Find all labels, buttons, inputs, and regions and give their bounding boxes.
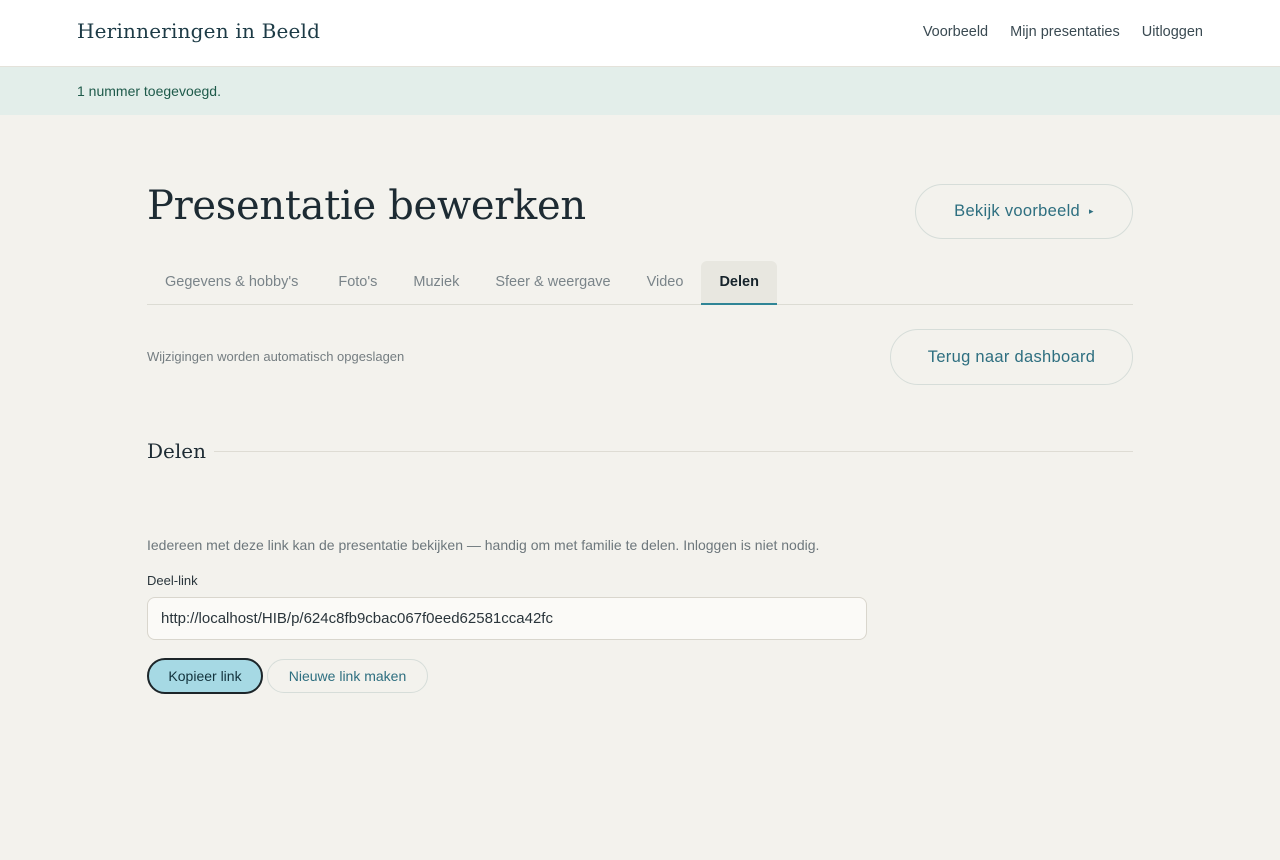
- share-link-input[interactable]: [147, 597, 867, 640]
- flash-message: 1 nummer toegevoegd.: [0, 67, 1280, 115]
- main-nav: Voorbeeld Mijn presentaties Uitloggen: [901, 24, 1203, 40]
- share-link-label: Deel-link: [147, 573, 198, 588]
- new-link-button[interactable]: Nieuwe link maken: [267, 659, 428, 693]
- tab-muziek[interactable]: Muziek: [395, 260, 477, 304]
- nav-link-mijn-presentaties[interactable]: Mijn presentaties: [1010, 24, 1120, 40]
- nav-link-uitloggen[interactable]: Uitloggen: [1142, 24, 1203, 40]
- brand-logo[interactable]: Herinneringen in Beeld: [77, 19, 320, 43]
- play-arrow-icon: ▸: [1089, 206, 1094, 216]
- page-title: Presentatie bewerken: [147, 183, 586, 229]
- tab-delen[interactable]: Delen: [701, 261, 777, 305]
- tab-fotos[interactable]: Foto's: [320, 260, 395, 304]
- tab-video[interactable]: Video: [629, 260, 702, 304]
- tab-sfeer-weergave[interactable]: Sfeer & weergave: [477, 260, 628, 304]
- back-to-dashboard-button[interactable]: Terug naar dashboard: [890, 329, 1133, 385]
- tab-gegevens-hobbys[interactable]: Gegevens & hobby's: [147, 260, 320, 304]
- flash-text: 1 nummer toegevoegd.: [77, 83, 221, 99]
- autosave-notice: Wijzigingen worden automatisch opgeslage…: [147, 349, 405, 364]
- copy-link-button[interactable]: Kopieer link: [147, 658, 263, 694]
- preview-button[interactable]: Bekijk voorbeeld ▸: [915, 184, 1133, 239]
- section-title: Delen: [147, 439, 206, 463]
- section-header: Delen: [147, 438, 1133, 464]
- editor-tabs: Gegevens & hobby's Foto's Muziek Sfeer &…: [147, 260, 1133, 305]
- section-divider: [213, 451, 1133, 452]
- preview-button-label: Bekijk voorbeeld: [954, 202, 1081, 220]
- top-navbar: Herinneringen in Beeld Voorbeeld Mijn pr…: [0, 0, 1280, 67]
- nav-link-voorbeeld[interactable]: Voorbeeld: [923, 24, 988, 40]
- share-intro-text: Iedereen met deze link kan de presentati…: [147, 537, 820, 553]
